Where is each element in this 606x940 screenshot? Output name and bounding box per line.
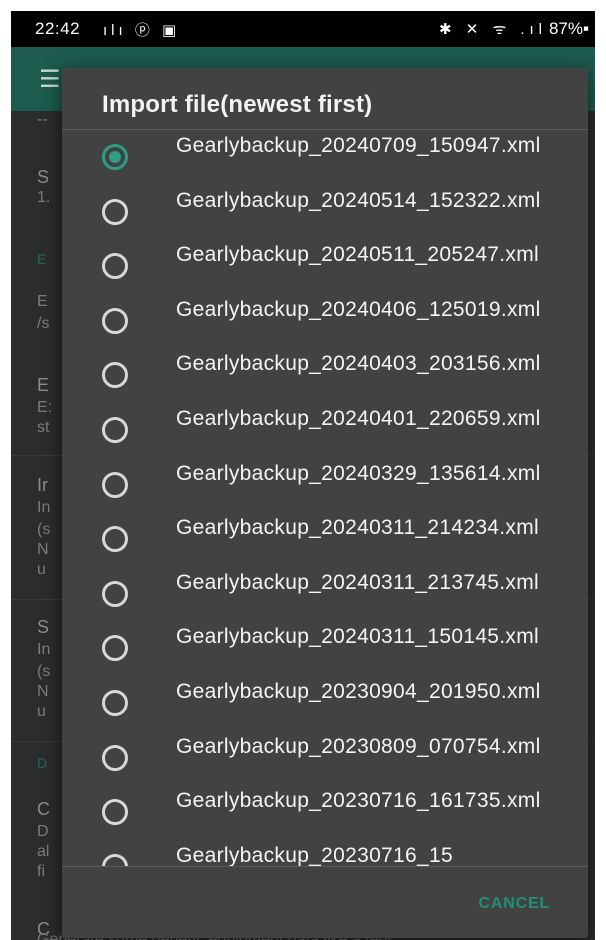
settings-category-label: D bbox=[37, 755, 48, 771]
settings-item-text: /s bbox=[37, 315, 50, 332]
file-option-row[interactable]: Gearlybackup_20240406_125019.xml bbox=[62, 294, 588, 349]
file-option-row[interactable]: Gearlybackup_20240709_150947.xml bbox=[62, 130, 588, 185]
radio-unchecked-icon[interactable] bbox=[102, 253, 128, 280]
file-option-row[interactable]: Gearlybackup_20230904_201950.xml bbox=[62, 676, 588, 731]
radio-unchecked-icon[interactable] bbox=[102, 417, 128, 443]
settings-item-text: S bbox=[37, 167, 50, 187]
file-radio-list[interactable]: Gearlybackup_20240709_150947.xml Gearlyba… bbox=[62, 130, 588, 866]
file-name-label: Gearlybackup_20230716_15 bbox=[176, 843, 453, 866]
file-name-label: Gearlybackup_20240511_205247.xml bbox=[176, 243, 539, 267]
cancel-button[interactable]: CANCEL bbox=[479, 895, 550, 913]
menu-icon[interactable]: ☰ bbox=[39, 65, 61, 94]
file-name-label: Gearlybackup_20240311_213745.xml bbox=[176, 570, 539, 594]
radio-checked-icon[interactable] bbox=[102, 144, 128, 170]
file-name-label: Gearlybackup_20230904_201950.xml bbox=[176, 680, 541, 703]
radio-dot-icon bbox=[109, 151, 121, 163]
settings-item-text: u bbox=[37, 561, 46, 578]
notification-icons: ılı ⓟ ▣ bbox=[103, 22, 181, 39]
settings-item-text: (s bbox=[37, 521, 51, 538]
settings-item-text: (s bbox=[37, 663, 51, 680]
settings-item-text: C bbox=[37, 799, 50, 819]
status-bar: 22:42 ılı ⓟ ▣ ✱ ✕ ᯤ .ıl 87%▪ bbox=[11, 11, 595, 47]
file-name-label: Gearlybackup_20230716_161735.xml bbox=[176, 789, 541, 813]
file-option-row[interactable]: Gearlybackup_20240311_214234.xml bbox=[62, 512, 588, 567]
settings-item-text: E bbox=[37, 293, 48, 310]
radio-unchecked-icon[interactable] bbox=[102, 799, 128, 826]
battery-indicator: 87%▪ bbox=[548, 19, 589, 38]
file-name-label: Gearlybackup_20240401_220659.xml bbox=[176, 407, 541, 430]
file-name-label: Gearlybackup_20240403_203156.xml bbox=[176, 352, 541, 376]
file-option-row[interactable]: Gearlybackup_20230809_070754.xml bbox=[62, 731, 588, 786]
file-option-row[interactable]: Gearlybackup_20240401_220659.xml bbox=[62, 403, 588, 458]
system-status-icons: ✱ ✕ ᯤ .ıl bbox=[438, 21, 547, 38]
file-option-row[interactable]: Gearlybackup_20230716_15 bbox=[62, 840, 588, 866]
settings-item-text: In bbox=[37, 641, 51, 658]
status-time: 22:42 bbox=[35, 19, 81, 38]
settings-item-text: fi bbox=[37, 863, 45, 880]
settings-item-text: 1. bbox=[37, 189, 51, 206]
radio-unchecked-icon[interactable] bbox=[102, 853, 128, 866]
radio-unchecked-icon[interactable] bbox=[102, 307, 128, 334]
settings-item-text: In bbox=[37, 499, 51, 516]
radio-unchecked-icon[interactable] bbox=[102, 580, 128, 607]
settings-item-text: st bbox=[37, 419, 50, 436]
settings-item-text: N bbox=[37, 541, 49, 558]
radio-unchecked-icon[interactable] bbox=[102, 471, 128, 498]
settings-item-text: -- bbox=[37, 111, 48, 128]
file-name-label: Gearlybackup_20240514_152322.xml bbox=[176, 188, 541, 212]
file-name-label: Gearlybackup_20240329_135614.xml bbox=[176, 461, 541, 485]
dialog-title: Import file(newest first) bbox=[102, 91, 373, 118]
radio-unchecked-icon[interactable] bbox=[102, 635, 128, 662]
file-option-row[interactable]: Gearlybackup_20240311_213745.xml bbox=[62, 567, 588, 622]
file-name-label: Gearlybackup_20240311_214234.xml bbox=[176, 516, 539, 540]
file-name-label: Gearlybackup_20240311_150145.xml bbox=[176, 625, 539, 649]
dialog-bottom-divider bbox=[62, 866, 588, 867]
file-option-row[interactable]: Gearlybackup_20240403_203156.xml bbox=[62, 348, 588, 403]
file-option-row[interactable]: Gearlybackup_20240329_135614.xml bbox=[62, 458, 588, 513]
settings-item-text: D bbox=[37, 823, 49, 840]
radio-unchecked-icon[interactable] bbox=[102, 526, 128, 553]
import-file-dialog: Import file(newest first) Gearlybackup_2… bbox=[62, 68, 588, 938]
settings-item-text: u bbox=[37, 703, 46, 720]
settings-item-text: E bbox=[37, 375, 50, 395]
settings-item-text: al bbox=[37, 843, 50, 860]
file-option-row[interactable]: Gearlybackup_20240514_152322.xml bbox=[62, 185, 588, 240]
radio-unchecked-icon[interactable] bbox=[102, 362, 128, 389]
radio-unchecked-icon[interactable] bbox=[102, 744, 128, 771]
phone-screen: 22:42 ılı ⓟ ▣ ✱ ✕ ᯤ .ıl 87%▪ ☰ ⌂ --S1.EE… bbox=[11, 11, 595, 940]
file-name-label: Gearlybackup_20240406_125019.xml bbox=[176, 297, 541, 321]
radio-unchecked-icon[interactable] bbox=[102, 690, 128, 716]
file-option-row[interactable]: Gearlybackup_20240511_205247.xml bbox=[62, 239, 588, 294]
radio-unchecked-icon[interactable] bbox=[102, 198, 128, 225]
file-name-label: Gearlybackup_20240709_150947.xml bbox=[176, 134, 541, 157]
file-option-row[interactable]: Gearlybackup_20240311_150145.xml bbox=[62, 621, 588, 676]
file-name-label: Gearlybackup_20230809_070754.xml bbox=[176, 734, 541, 758]
settings-item-text: Ir bbox=[37, 475, 48, 495]
settings-item-text: E: bbox=[37, 399, 53, 416]
settings-item-text: N bbox=[37, 683, 49, 700]
settings-item-text: S bbox=[37, 617, 50, 637]
settings-category-label: E bbox=[37, 251, 47, 267]
file-option-row[interactable]: Gearlybackup_20230716_161735.xml bbox=[62, 785, 588, 840]
